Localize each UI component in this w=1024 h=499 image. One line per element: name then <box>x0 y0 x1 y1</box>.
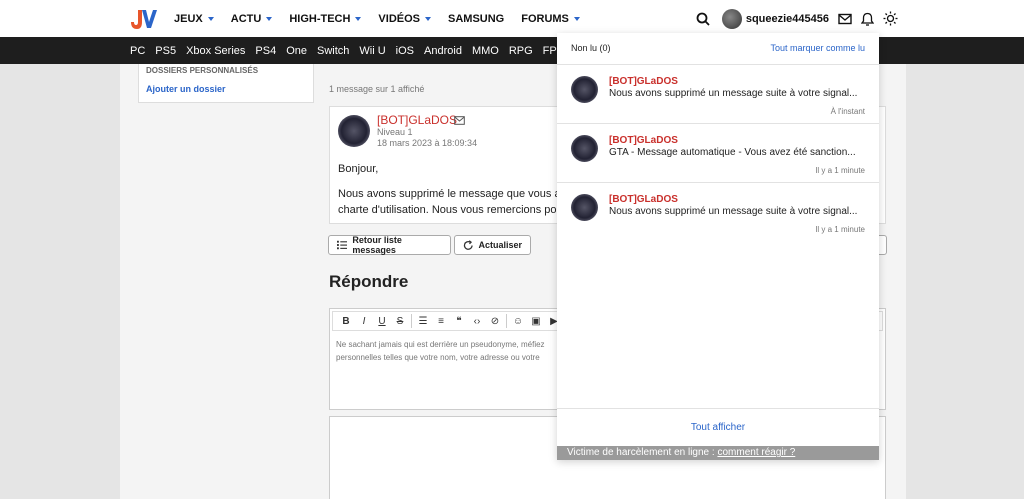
message-count: 1 message sur 1 affiché <box>329 84 425 94</box>
toolbar-divider <box>506 314 507 328</box>
notification-author: [BOT]GLaDOS <box>609 76 678 87</box>
search-icon <box>696 12 710 26</box>
chevron-down-icon <box>425 16 431 21</box>
platform-nav: PC PS5 Xbox Series PS4 One Switch Wii U … <box>130 37 599 64</box>
notification-author: [BOT]GLaDOS <box>609 135 678 146</box>
harassment-banner: Victime de harcèlement en ligne : commen… <box>557 446 879 460</box>
platform-pc[interactable]: PC <box>130 45 145 57</box>
avatar <box>571 194 598 221</box>
platform-android[interactable]: Android <box>424 45 462 57</box>
platform-xbox-series[interactable]: Xbox Series <box>186 45 245 57</box>
notification-text: GTA - Message automatique - Vous avez ét… <box>609 147 856 158</box>
sidebar-title: DOSSIERS PERSONNALISÉS <box>146 66 259 75</box>
main-nav: JEUX ACTU HIGH-TECH VIDÉOS SAMSUNG FORUM… <box>174 0 597 37</box>
numbered-list-icon[interactable]: ≡ <box>432 316 450 327</box>
messages-button[interactable] <box>838 13 852 25</box>
notification-time: Il y a 1 minute <box>815 166 865 175</box>
image-icon[interactable]: ▣ <box>527 316 545 327</box>
notification-text: Nous avons supprimé un message suite à v… <box>609 206 858 217</box>
bold-icon[interactable]: B <box>337 316 355 327</box>
notification-time: À l'instant <box>830 107 865 116</box>
notification-author: [BOT]GLaDOS <box>609 194 678 205</box>
chevron-down-icon <box>266 16 273 21</box>
nav-actu[interactable]: ACTU <box>231 13 273 25</box>
message-body-line-1: Nous avons supprimé le message que vous … <box>338 188 587 200</box>
code-icon[interactable]: ‹› <box>468 316 486 327</box>
avatar <box>571 135 598 162</box>
add-folder-link[interactable]: Ajouter un dossier <box>146 84 226 94</box>
platform-switch[interactable]: Switch <box>317 45 349 57</box>
unread-count[interactable]: Non lu (0) <box>571 43 611 53</box>
emoji-icon[interactable]: ☺ <box>509 316 527 327</box>
platform-mmo[interactable]: MMO <box>472 45 499 57</box>
platform-wii-u[interactable]: Wii U <box>359 45 385 57</box>
spoiler-icon[interactable]: ⊘ <box>486 316 504 327</box>
top-navbar: JEUX ACTU HIGH-TECH VIDÉOS SAMSUNG FORUM… <box>0 0 1024 37</box>
platform-ps4[interactable]: PS4 <box>255 45 276 57</box>
username: squeezie445456 <box>745 12 829 25</box>
message-body-line-2: charte d'utilisation. Nous vous remercio… <box>338 204 581 216</box>
platform-ps5[interactable]: PS5 <box>155 45 176 57</box>
mail-icon <box>838 13 852 24</box>
platform-one[interactable]: One <box>286 45 307 57</box>
refresh-label: Actualiser <box>478 240 522 250</box>
theme-toggle[interactable] <box>883 11 898 26</box>
banner-link[interactable]: comment réagir ? <box>717 447 795 458</box>
chevron-down-icon <box>355 16 362 21</box>
notification-item[interactable]: [BOT]GLaDOS Nous avons supprimé un messa… <box>557 184 879 242</box>
notification-time: Il y a 1 minute <box>815 225 865 234</box>
back-to-list-button[interactable]: Retour liste messages <box>328 235 451 255</box>
nav-high-tech[interactable]: HIGH-TECH <box>289 13 362 25</box>
nav-samsung[interactable]: SAMSUNG <box>448 13 504 25</box>
bullet-list-icon[interactable]: ☰ <box>414 316 432 327</box>
sun-icon <box>883 11 898 26</box>
user-tools: squeezie445456 <box>687 0 898 37</box>
message-author[interactable]: [BOT]GLaDOS <box>377 113 457 127</box>
underline-icon[interactable]: U <box>373 316 391 327</box>
notification-item[interactable]: [BOT]GLaDOS Nous avons supprimé un messa… <box>557 66 879 124</box>
mail-icon[interactable] <box>454 116 465 125</box>
avatar <box>571 76 598 103</box>
nav-forums[interactable]: FORUMS <box>521 13 580 25</box>
nav-videos[interactable]: VIDÉOS <box>378 13 431 25</box>
platform-ios[interactable]: iOS <box>396 45 414 57</box>
notification-text: Nous avons supprimé un message suite à v… <box>609 88 858 99</box>
folders-sidebar: DOSSIERS PERSONNALISÉS Ajouter un dossie… <box>138 64 314 103</box>
notifications-button[interactable] <box>861 12 874 26</box>
message-date: 18 mars 2023 à 18:09:34 <box>377 138 478 148</box>
refresh-button[interactable]: Actualiser <box>454 235 531 255</box>
jv-logo[interactable] <box>128 7 158 31</box>
platform-rpg[interactable]: RPG <box>509 45 533 57</box>
notifications-header: Non lu (0) Tout marquer comme lu <box>557 33 879 65</box>
toolbar-divider <box>411 314 412 328</box>
notifications-panel: Non lu (0) Tout marquer comme lu [BOT]GL… <box>557 33 879 460</box>
reply-title: Répondre <box>329 272 409 291</box>
banner-text: Victime de harcèlement en ligne : <box>567 447 718 458</box>
notification-item[interactable]: [BOT]GLaDOS GTA - Message automatique - … <box>557 125 879 183</box>
show-all-link[interactable]: Tout afficher <box>557 422 879 433</box>
mark-all-read-link[interactable]: Tout marquer comme lu <box>770 43 865 53</box>
italic-icon[interactable]: I <box>355 316 373 327</box>
user-menu[interactable]: squeezie445456 <box>721 8 829 29</box>
search-button[interactable] <box>696 12 710 26</box>
message-greeting: Bonjour, <box>338 163 379 175</box>
strikethrough-icon[interactable]: S <box>391 316 409 327</box>
avatar[interactable] <box>338 115 370 147</box>
message-level: Niveau 1 <box>377 127 413 137</box>
chevron-down-icon <box>207 16 214 21</box>
refresh-icon <box>463 239 473 250</box>
notifications-footer: Tout afficher <box>557 408 879 446</box>
list-icon <box>337 240 348 250</box>
editor-placeholder-line-2: personnelles telles que votre nom, votre… <box>336 353 540 362</box>
editor-placeholder-line-1: Ne sachant jamais qui est derrière un ps… <box>336 340 545 349</box>
bell-icon <box>861 12 874 26</box>
avatar <box>721 8 742 29</box>
back-to-list-label: Retour liste messages <box>352 235 402 255</box>
nav-jeux[interactable]: JEUX <box>174 13 214 25</box>
quote-icon[interactable]: ❝ <box>450 316 468 327</box>
chevron-down-icon <box>573 16 580 21</box>
